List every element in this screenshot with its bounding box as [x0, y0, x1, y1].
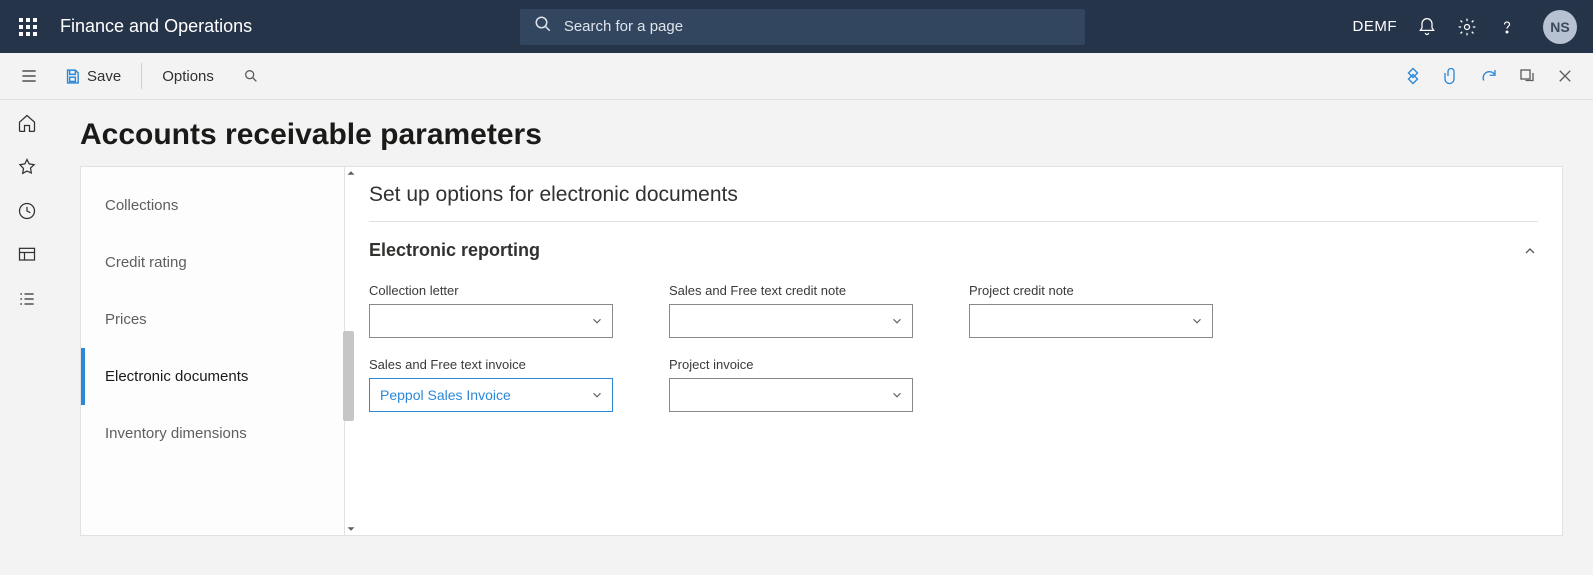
chevron-down-icon: [890, 388, 904, 402]
left-rail: [0, 100, 54, 575]
command-search-icon[interactable]: [234, 59, 268, 93]
tab-inventory-dimensions[interactable]: Inventory dimensions: [81, 405, 344, 462]
save-label: Save: [87, 68, 121, 85]
modules-icon[interactable]: [16, 288, 38, 310]
chevron-down-icon: [590, 388, 604, 402]
dropdown-sales-invoice[interactable]: Peppol Sales Invoice: [369, 378, 613, 412]
help-icon[interactable]: [1497, 17, 1517, 37]
tab-electronic-documents[interactable]: Electronic documents: [81, 348, 344, 405]
save-button[interactable]: Save: [54, 64, 131, 89]
label-collection-letter: Collection letter: [369, 283, 459, 298]
chevron-down-icon: [890, 314, 904, 328]
field-project-credit-note: Project credit note: [969, 282, 1213, 338]
section-title: Electronic reporting: [369, 240, 540, 261]
dropdown-project-credit-note[interactable]: [969, 304, 1213, 338]
label-project-invoice: Project invoice: [669, 357, 754, 372]
nav-toggle-icon[interactable]: [12, 59, 46, 93]
recent-icon[interactable]: [16, 200, 38, 222]
avatar[interactable]: NS: [1543, 10, 1577, 44]
search-icon: [534, 15, 564, 38]
section-electronic-reporting[interactable]: Electronic reporting: [369, 230, 1538, 274]
company-code[interactable]: DEMF: [1353, 18, 1398, 35]
chevron-up-icon[interactable]: [1522, 243, 1538, 259]
navbar: Finance and Operations DEMF NS: [0, 0, 1593, 53]
label-sales-invoice: Sales and Free text invoice: [369, 357, 526, 372]
scroll-up-icon[interactable]: [344, 166, 358, 180]
field-project-invoice: Project invoice: [669, 356, 913, 412]
tab-scrollbar-thumb[interactable]: [343, 331, 354, 421]
scroll-down-icon[interactable]: [344, 522, 358, 536]
refresh-icon[interactable]: [1479, 66, 1499, 86]
app-title: Finance and Operations: [60, 16, 252, 37]
app-launcher-icon[interactable]: [8, 7, 48, 47]
options-button[interactable]: Options: [152, 64, 224, 89]
workspace-icon[interactable]: [16, 244, 38, 266]
field-sales-invoice: Sales and Free text invoice Peppol Sales…: [369, 356, 613, 412]
diamond-icon[interactable]: [1403, 66, 1423, 86]
chevron-down-icon: [1190, 314, 1204, 328]
popout-icon[interactable]: [1517, 66, 1537, 86]
page-title: Accounts receivable parameters: [80, 118, 1593, 152]
dropdown-project-invoice[interactable]: [669, 378, 913, 412]
vertical-tabs: Collections Credit rating Prices Electro…: [80, 166, 344, 536]
tab-prices[interactable]: Prices: [81, 291, 344, 348]
label-project-credit-note: Project credit note: [969, 283, 1074, 298]
attachment-icon[interactable]: [1441, 66, 1461, 86]
global-search[interactable]: [520, 9, 1085, 45]
gear-icon[interactable]: [1457, 17, 1477, 37]
bell-icon[interactable]: [1417, 17, 1437, 37]
tab-credit-rating[interactable]: Credit rating: [81, 234, 344, 291]
dropdown-sales-credit-note[interactable]: [669, 304, 913, 338]
search-input[interactable]: [564, 18, 1071, 35]
close-icon[interactable]: [1555, 66, 1575, 86]
label-sales-credit-note: Sales and Free text credit note: [669, 283, 846, 298]
home-icon[interactable]: [16, 112, 38, 134]
tab-collections[interactable]: Collections: [81, 177, 344, 234]
field-collection-letter: Collection letter: [369, 282, 613, 338]
chevron-down-icon: [590, 314, 604, 328]
favorites-icon[interactable]: [16, 156, 38, 178]
field-sales-credit-note: Sales and Free text credit note: [669, 282, 913, 338]
divider: [141, 63, 142, 89]
command-bar: Save Options: [0, 53, 1593, 100]
panel-heading: Set up options for electronic documents: [369, 183, 1538, 222]
detail-panel: Set up options for electronic documents …: [344, 166, 1563, 536]
dropdown-collection-letter[interactable]: [369, 304, 613, 338]
